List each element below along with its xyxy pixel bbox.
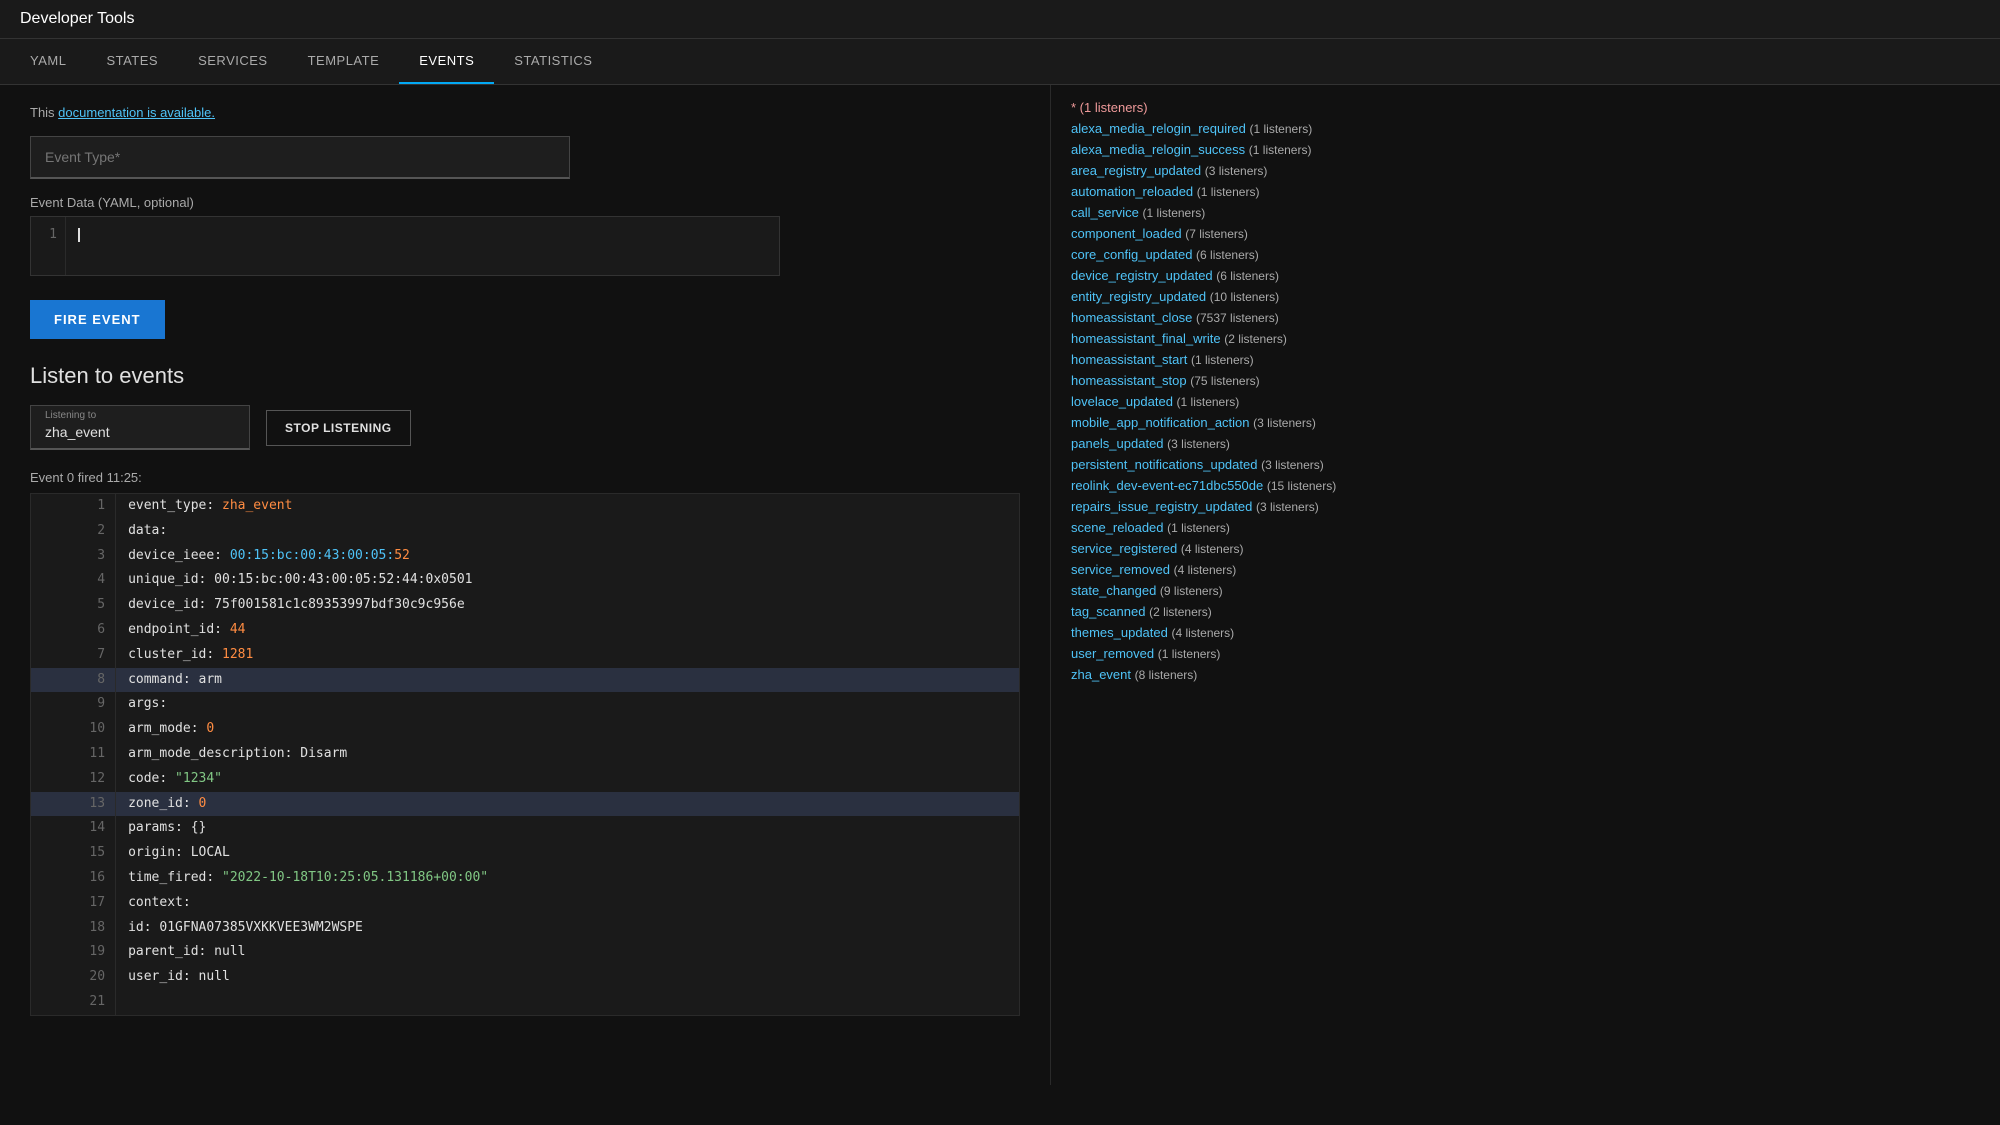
event-link-alexa_media_relogin_success[interactable]: alexa_media_relogin_success (1 listeners…: [1071, 142, 1350, 157]
table-row: 3 device_ieee: 00:15:bc:00:43:00:05:52: [31, 544, 1019, 569]
listen-field-row: Listening to zha_event STOP LISTENING: [30, 405, 1020, 450]
event-link-alexa_media_relogin_required[interactable]: alexa_media_relogin_required (1 listener…: [1071, 121, 1350, 136]
fire-event-button[interactable]: FIRE EVENT: [30, 300, 165, 339]
main-layout: This documentation is available. Event D…: [0, 85, 2000, 1085]
event-link-component_loaded[interactable]: component_loaded (7 listeners): [1071, 226, 1350, 241]
event-link-themes_updated[interactable]: themes_updated (4 listeners): [1071, 625, 1350, 640]
event-link-scene_reloaded[interactable]: scene_reloaded (1 listeners): [1071, 520, 1350, 535]
table-row: 20 user_id: null: [31, 965, 1019, 990]
listening-to-label: Listening to: [45, 410, 96, 421]
table-row: 18 id: 01GFNA07385VXKKVEE3WM2WSPE: [31, 916, 1019, 941]
event-link-tag_scanned[interactable]: tag_scanned (2 listeners): [1071, 604, 1350, 619]
code-table: 1event_type: zha_event2data:3 device_iee…: [31, 494, 1019, 1015]
yaml-line-numbers: 1: [31, 217, 66, 275]
notice-text: This documentation is available.: [30, 105, 1020, 120]
table-row: 16time_fired: "2022-10-18T10:25:05.13118…: [31, 866, 1019, 891]
listen-section-title: Listen to events: [30, 363, 1020, 389]
event-header: Event 0 fired 11:25:: [30, 470, 1020, 485]
event-link-homeassistant_start[interactable]: homeassistant_start (1 listeners): [1071, 352, 1350, 367]
right-panel: * (1 listeners) alexa_media_relogin_requ…: [1050, 85, 1370, 1085]
table-row: 15origin: LOCAL: [31, 841, 1019, 866]
table-row: 5 device_id: 75f001581c1c89353997bdf30c9…: [31, 593, 1019, 618]
table-row: 21: [31, 990, 1019, 1015]
table-row: 8 command: arm: [31, 668, 1019, 693]
table-row: 4 unique_id: 00:15:bc:00:43:00:05:52:44:…: [31, 568, 1019, 593]
event-link-automation_reloaded[interactable]: automation_reloaded (1 listeners): [1071, 184, 1350, 199]
event-link-state_changed[interactable]: state_changed (9 listeners): [1071, 583, 1350, 598]
event-type-input[interactable]: [30, 136, 570, 179]
event-link-service_removed[interactable]: service_removed (4 listeners): [1071, 562, 1350, 577]
table-row: 14 params: {}: [31, 816, 1019, 841]
nav-item-events[interactable]: EVENTS: [399, 39, 494, 84]
event-link-user_removed[interactable]: user_removed (1 listeners): [1071, 646, 1350, 661]
event-link-repairs_issue_registry_updated[interactable]: repairs_issue_registry_updated (3 listen…: [1071, 499, 1350, 514]
code-block: 1event_type: zha_event2data:3 device_iee…: [30, 493, 1020, 1016]
yaml-editor[interactable]: [66, 217, 779, 275]
table-row: 13 zone_id: 0: [31, 792, 1019, 817]
table-row: 2data:: [31, 519, 1019, 544]
table-row: 9 args:: [31, 692, 1019, 717]
table-row: 1event_type: zha_event: [31, 494, 1019, 519]
event-link-homeassistant_close[interactable]: homeassistant_close (7537 listeners): [1071, 310, 1350, 325]
table-row: 17context:: [31, 891, 1019, 916]
table-row: 6 endpoint_id: 44: [31, 618, 1019, 643]
nav-item-yaml[interactable]: YAML: [10, 39, 86, 84]
nav-item-statistics[interactable]: STATISTICS: [494, 39, 612, 84]
event-link-zha_event[interactable]: zha_event (8 listeners): [1071, 667, 1350, 682]
event-link-area_registry_updated[interactable]: area_registry_updated (3 listeners): [1071, 163, 1350, 178]
stop-listening-button[interactable]: STOP LISTENING: [266, 410, 411, 446]
left-panel: This documentation is available. Event D…: [0, 85, 1050, 1085]
nav-item-states[interactable]: STATES: [86, 39, 178, 84]
table-row: 7 cluster_id: 1281: [31, 643, 1019, 668]
listening-to-container: Listening to zha_event: [30, 405, 250, 450]
app-title: Developer Tools: [20, 10, 134, 27]
table-row: 11 arm_mode_description: Disarm: [31, 742, 1019, 767]
yaml-editor-container: 1: [30, 216, 780, 276]
event-link-device_registry_updated[interactable]: device_registry_updated (6 listeners): [1071, 268, 1350, 283]
event-link-call_service[interactable]: call_service (1 listeners): [1071, 205, 1350, 220]
event-data-label: Event Data (YAML, optional): [30, 195, 1020, 210]
event-link-homeassistant_stop[interactable]: homeassistant_stop (75 listeners): [1071, 373, 1350, 388]
event-link-mobile_app_notification_action[interactable]: mobile_app_notification_action (3 listen…: [1071, 415, 1350, 430]
table-row: 10 arm_mode: 0: [31, 717, 1019, 742]
event-link-panels_updated[interactable]: panels_updated (3 listeners): [1071, 436, 1350, 451]
event-link-core_config_updated[interactable]: core_config_updated (6 listeners): [1071, 247, 1350, 262]
event-data-field: Event Data (YAML, optional) 1: [30, 195, 1020, 276]
event-link-service_registered[interactable]: service_registered (4 listeners): [1071, 541, 1350, 556]
table-row: 19 parent_id: null: [31, 940, 1019, 965]
title-bar: Developer Tools: [0, 0, 2000, 39]
event-link-lovelace_updated[interactable]: lovelace_updated (1 listeners): [1071, 394, 1350, 409]
documentation-link[interactable]: documentation is available.: [58, 105, 215, 120]
event-link-reolink_dev-event-ec71dbc550de[interactable]: reolink_dev-event-ec71dbc550de (15 liste…: [1071, 478, 1350, 493]
table-row: 12 code: "1234": [31, 767, 1019, 792]
nav-item-template[interactable]: TEMPLATE: [288, 39, 400, 84]
listening-to-value: zha_event: [45, 424, 235, 440]
star-event-link[interactable]: * (1 listeners): [1071, 100, 1350, 115]
event-link-homeassistant_final_write[interactable]: homeassistant_final_write (2 listeners): [1071, 331, 1350, 346]
nav-item-services[interactable]: SERVICES: [178, 39, 288, 84]
event-link-entity_registry_updated[interactable]: entity_registry_updated (10 listeners): [1071, 289, 1350, 304]
event-type-field: [30, 136, 1020, 179]
event-link-persistent_notifications_updated[interactable]: persistent_notifications_updated (3 list…: [1071, 457, 1350, 472]
nav-bar: YAMLSTATESSERVICESTEMPLATEEVENTSSTATISTI…: [0, 39, 2000, 85]
